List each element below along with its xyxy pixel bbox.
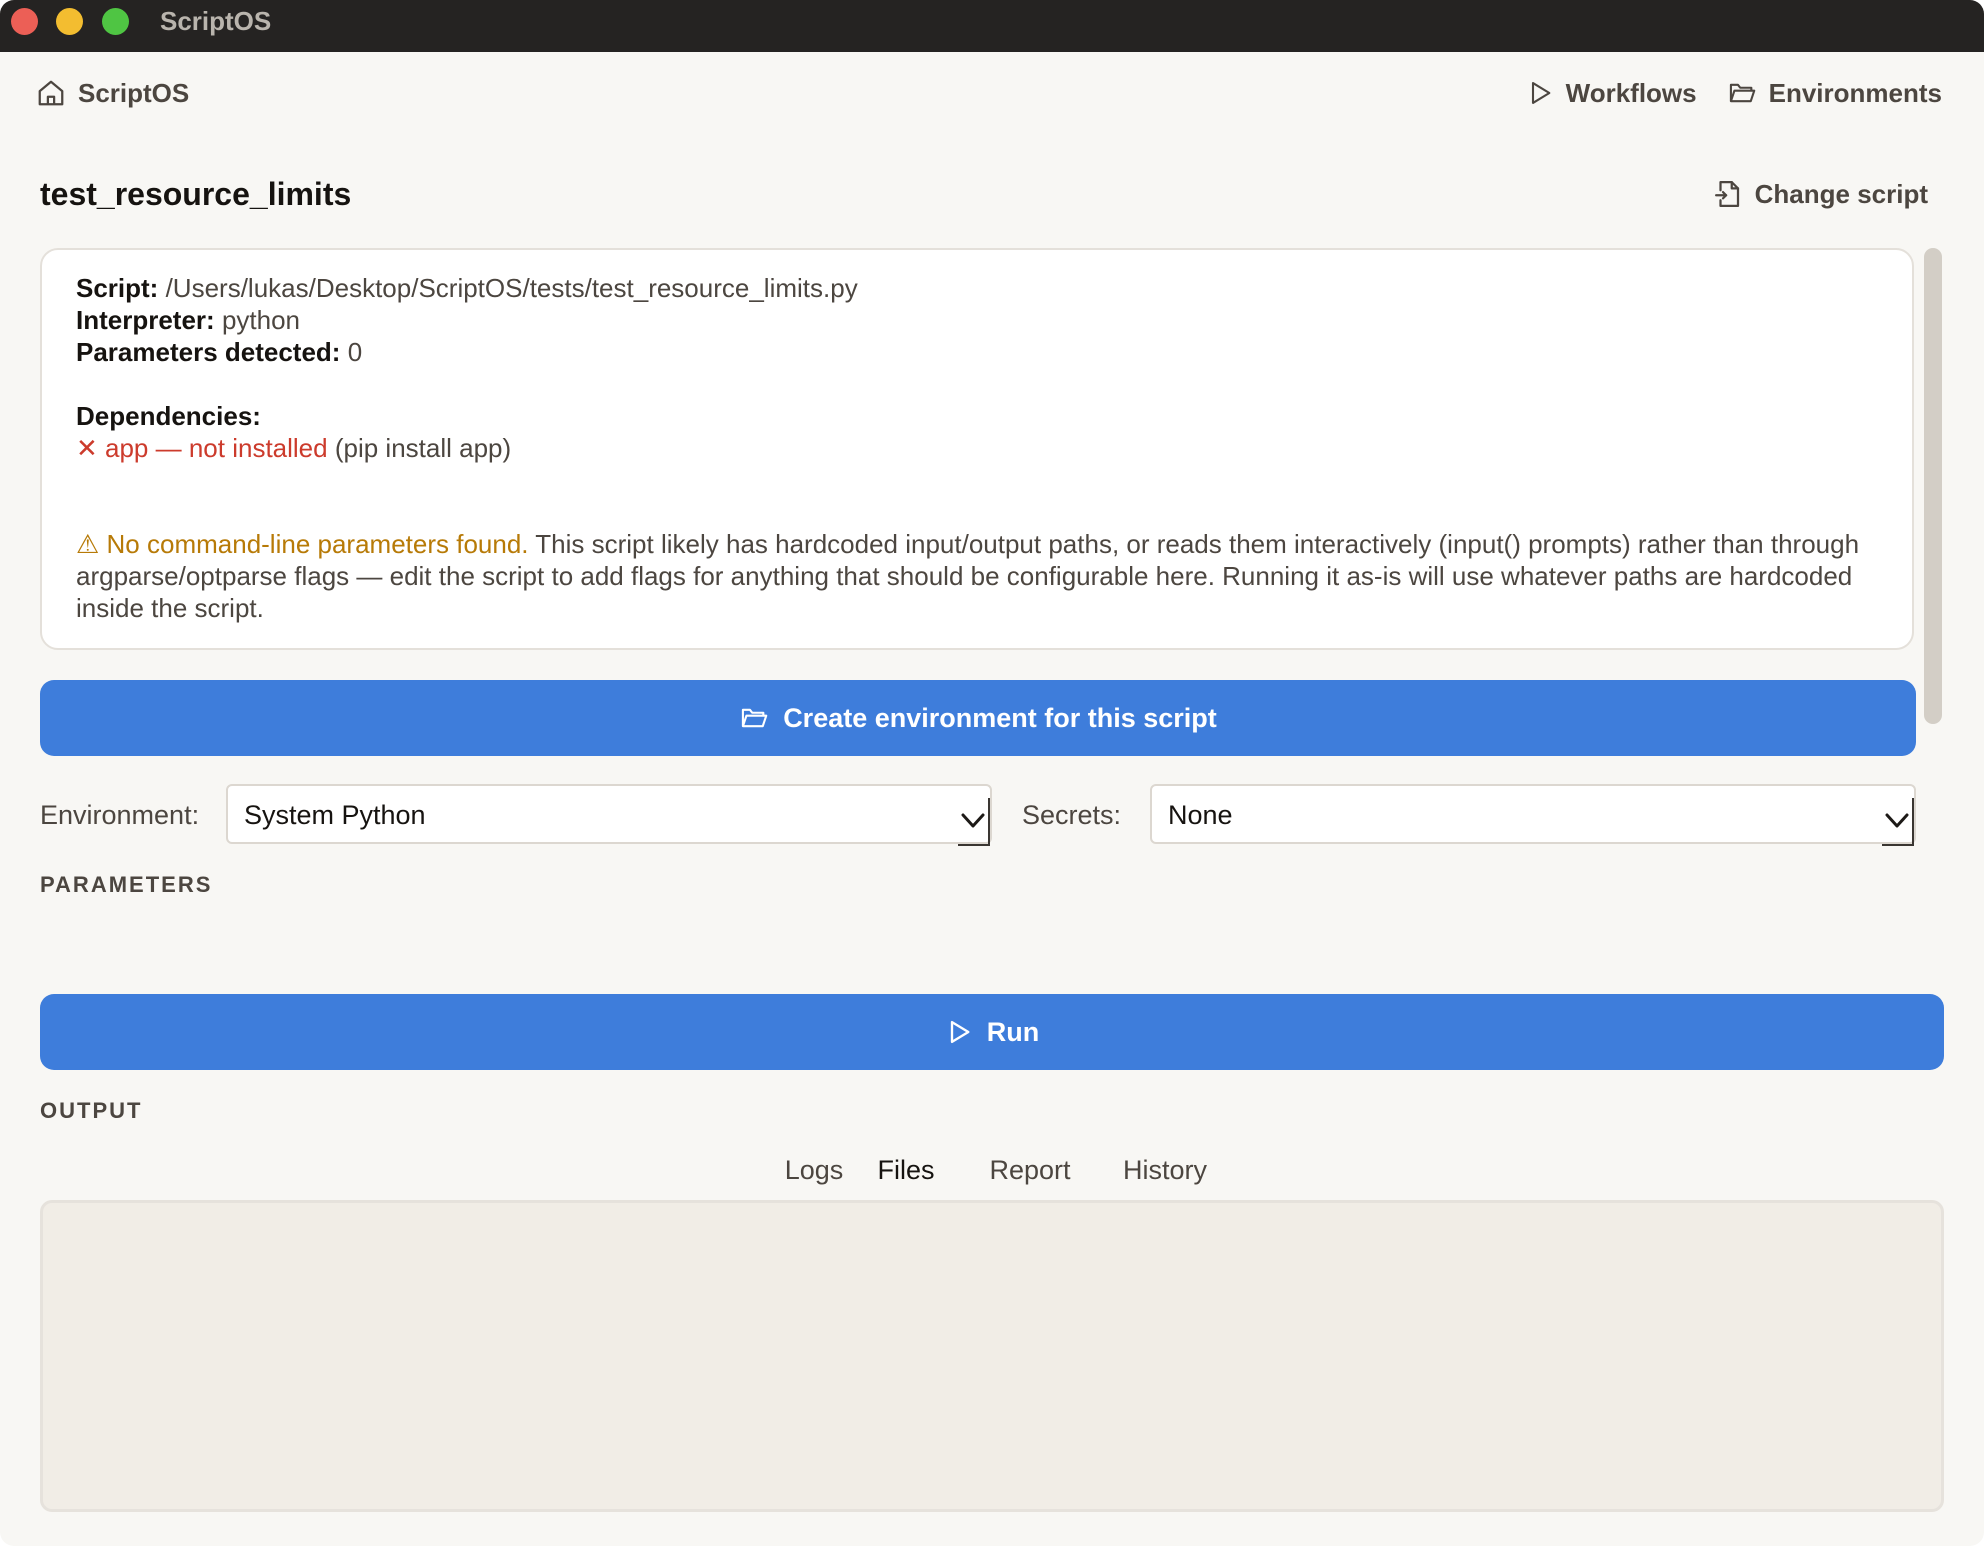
parameters-detected-value: 0: [347, 337, 363, 367]
minimize-window-button[interactable]: [56, 8, 83, 35]
secrets-selected-value: None: [1168, 800, 1233, 830]
nav-link-label: Workflows: [1565, 77, 1697, 108]
page-title: test_resource_limits: [40, 176, 352, 212]
interpreter-label: Interpreter:: [76, 305, 215, 335]
output-tabs: Logs Files Report History: [734, 1150, 1244, 1204]
interpreter-row: Interpreter: python: [76, 304, 1878, 336]
close-window-button[interactable]: [11, 8, 38, 35]
dependency-item: ✕ app — not installed (pip install app): [76, 432, 1878, 464]
play-icon: [945, 1017, 973, 1047]
folder-icon: [739, 704, 769, 732]
nav-home-label: ScriptOS: [78, 77, 190, 108]
home-icon: [36, 78, 66, 108]
nav-home-link[interactable]: ScriptOS: [36, 76, 189, 110]
run-button[interactable]: Run: [40, 994, 1944, 1070]
top-nav: Workflows Environments: [1526, 76, 1942, 110]
change-script-label: Change script: [1754, 178, 1928, 209]
folder-icon: [1727, 79, 1757, 107]
parameters-detected-row: Parameters detected: 0: [76, 336, 1878, 368]
maximize-window-button[interactable]: [102, 8, 129, 35]
create-environment-button[interactable]: Create environment for this script: [40, 680, 1916, 756]
title-bar: ScriptOS: [0, 0, 1984, 52]
create-environment-label: Create environment for this script: [783, 702, 1217, 733]
nav-link-workflows[interactable]: Workflows: [1526, 78, 1697, 109]
warning-lead: ⚠ No command-line parameters found.: [76, 529, 529, 559]
parameters-heading: PARAMETERS: [40, 872, 213, 897]
play-icon: [1526, 79, 1554, 107]
dependency-install-hint: (pip install app): [334, 433, 512, 463]
script-path-row: Script: /Users/lukas/Desktop/ScriptOS/te…: [76, 272, 1878, 304]
dependencies-heading-row: Dependencies:: [76, 400, 1878, 432]
script-label: Script:: [76, 273, 159, 303]
change-script-button[interactable]: Change script: [1713, 178, 1928, 210]
dependencies-label: Dependencies:: [76, 401, 261, 431]
nav-link-environments[interactable]: Environments: [1727, 78, 1942, 109]
secrets-label: Secrets:: [1022, 800, 1122, 830]
environment-select[interactable]: System Python: [226, 784, 992, 846]
environment-label: Environment:: [40, 800, 200, 830]
script-path: /Users/lukas/Desktop/ScriptOS/tests/test…: [165, 273, 858, 303]
run-label: Run: [986, 1016, 1040, 1047]
parameters-detected-label: Parameters detected:: [76, 337, 341, 367]
tab-logs[interactable]: Logs: [764, 1150, 864, 1200]
environment-selected-value: System Python: [244, 800, 426, 830]
secrets-select[interactable]: None: [1150, 784, 1916, 846]
scrollbar-thumb[interactable]: [1924, 248, 1942, 724]
window-title: ScriptOS: [160, 6, 272, 36]
nav-link-label: Environments: [1768, 77, 1942, 108]
dependency-status: ✕ app — not installed: [76, 433, 328, 463]
chevron-down-icon: [958, 798, 990, 846]
app-window: ScriptOS ScriptOS Workflows Environments…: [0, 0, 1984, 1546]
tab-files[interactable]: Files: [850, 1150, 962, 1204]
interpreter-value: python: [221, 305, 301, 335]
tab-report[interactable]: Report: [980, 1150, 1080, 1200]
script-info-card: Script: /Users/lukas/Desktop/ScriptOS/te…: [40, 248, 1914, 650]
output-panel: [40, 1200, 1944, 1512]
tab-history[interactable]: History: [1110, 1150, 1220, 1200]
file-swap-icon: [1713, 178, 1743, 210]
no-parameters-warning: ⚠ No command-line parameters found. This…: [76, 528, 1878, 624]
output-heading: OUTPUT: [40, 1098, 143, 1123]
chevron-down-icon: [1882, 798, 1914, 846]
